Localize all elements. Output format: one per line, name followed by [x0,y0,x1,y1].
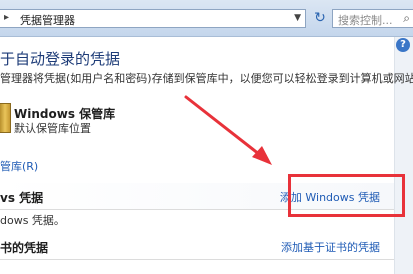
address-toolbar: ▸ 凭据管理器 ▼ ↻ 搜索控制... ⌕ [0,0,413,37]
highlight-box [288,174,405,217]
add-certificate-credential-link[interactable]: 添加基于证书的凭据 [281,239,380,255]
address-bar[interactable]: ▸ 凭据管理器 ▼ [0,9,306,28]
windows-credentials-empty: dows 凭据。 [0,214,65,227]
search-icon[interactable]: ⌕ [403,11,410,26]
vault-icon [0,103,11,133]
certificate-credentials-title: 书的凭据 [0,241,49,255]
search-box[interactable]: 搜索控制... ⌕ [332,9,413,28]
breadcrumb-chevron-icon[interactable]: ▸ [4,12,9,23]
breadcrumb-current[interactable]: 凭据管理器 [20,12,75,28]
vault-location: 默认保管库位置 [14,122,91,135]
titlebar-grip [360,0,413,15]
refresh-icon[interactable]: ↻ [310,9,330,28]
windows-credentials-title: vs 凭据 [0,191,44,205]
search-input[interactable]: 搜索控制... [338,12,393,28]
help-icon[interactable]: ? [396,38,410,52]
backup-vault-link[interactable]: 管库(R) [0,158,38,174]
address-dropdown-icon[interactable]: ▼ [294,13,301,23]
page-title: 于自动登录的凭据 [0,50,121,68]
certificate-credentials-section: 书的凭据 添加基于证书的凭据 [0,233,394,260]
page-description: 管理器将凭据(如用户名和密码)存储到保管库中，以便您可以轻松登录到计算机或网站。 [0,72,413,85]
